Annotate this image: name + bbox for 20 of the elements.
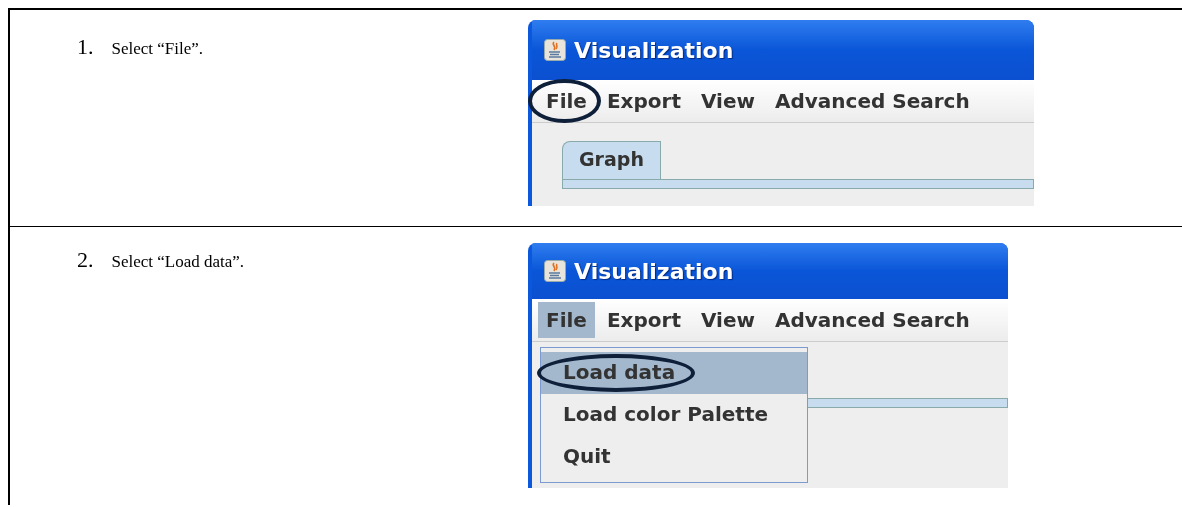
menu-option[interactable]: Quit [541, 436, 807, 478]
menu-item[interactable]: Export [598, 302, 689, 338]
menu-option[interactable]: Load data [541, 352, 807, 394]
menu-item[interactable]: View [693, 302, 763, 338]
menu-item[interactable]: Export [598, 83, 689, 119]
tab[interactable]: Graph [562, 141, 661, 179]
window-title: Visualization [574, 258, 734, 284]
menu-option[interactable]: Load color Palette [541, 394, 807, 436]
menu-item[interactable]: View [693, 83, 763, 119]
step-number: 2. [77, 247, 94, 273]
menu-item[interactable]: File [538, 302, 595, 338]
menu-item[interactable]: File [538, 83, 595, 119]
step-instruction: Select “Load data”. [111, 252, 245, 272]
step-number: 1. [77, 34, 94, 60]
window-title: Visualization [574, 37, 734, 63]
coffee-cup-icon [544, 39, 566, 61]
menu-item[interactable]: Advanced Search [767, 302, 978, 338]
coffee-cup-icon [544, 260, 566, 282]
step-instruction: Select “File”. [111, 39, 204, 59]
menu-item[interactable]: Advanced Search [767, 83, 978, 119]
